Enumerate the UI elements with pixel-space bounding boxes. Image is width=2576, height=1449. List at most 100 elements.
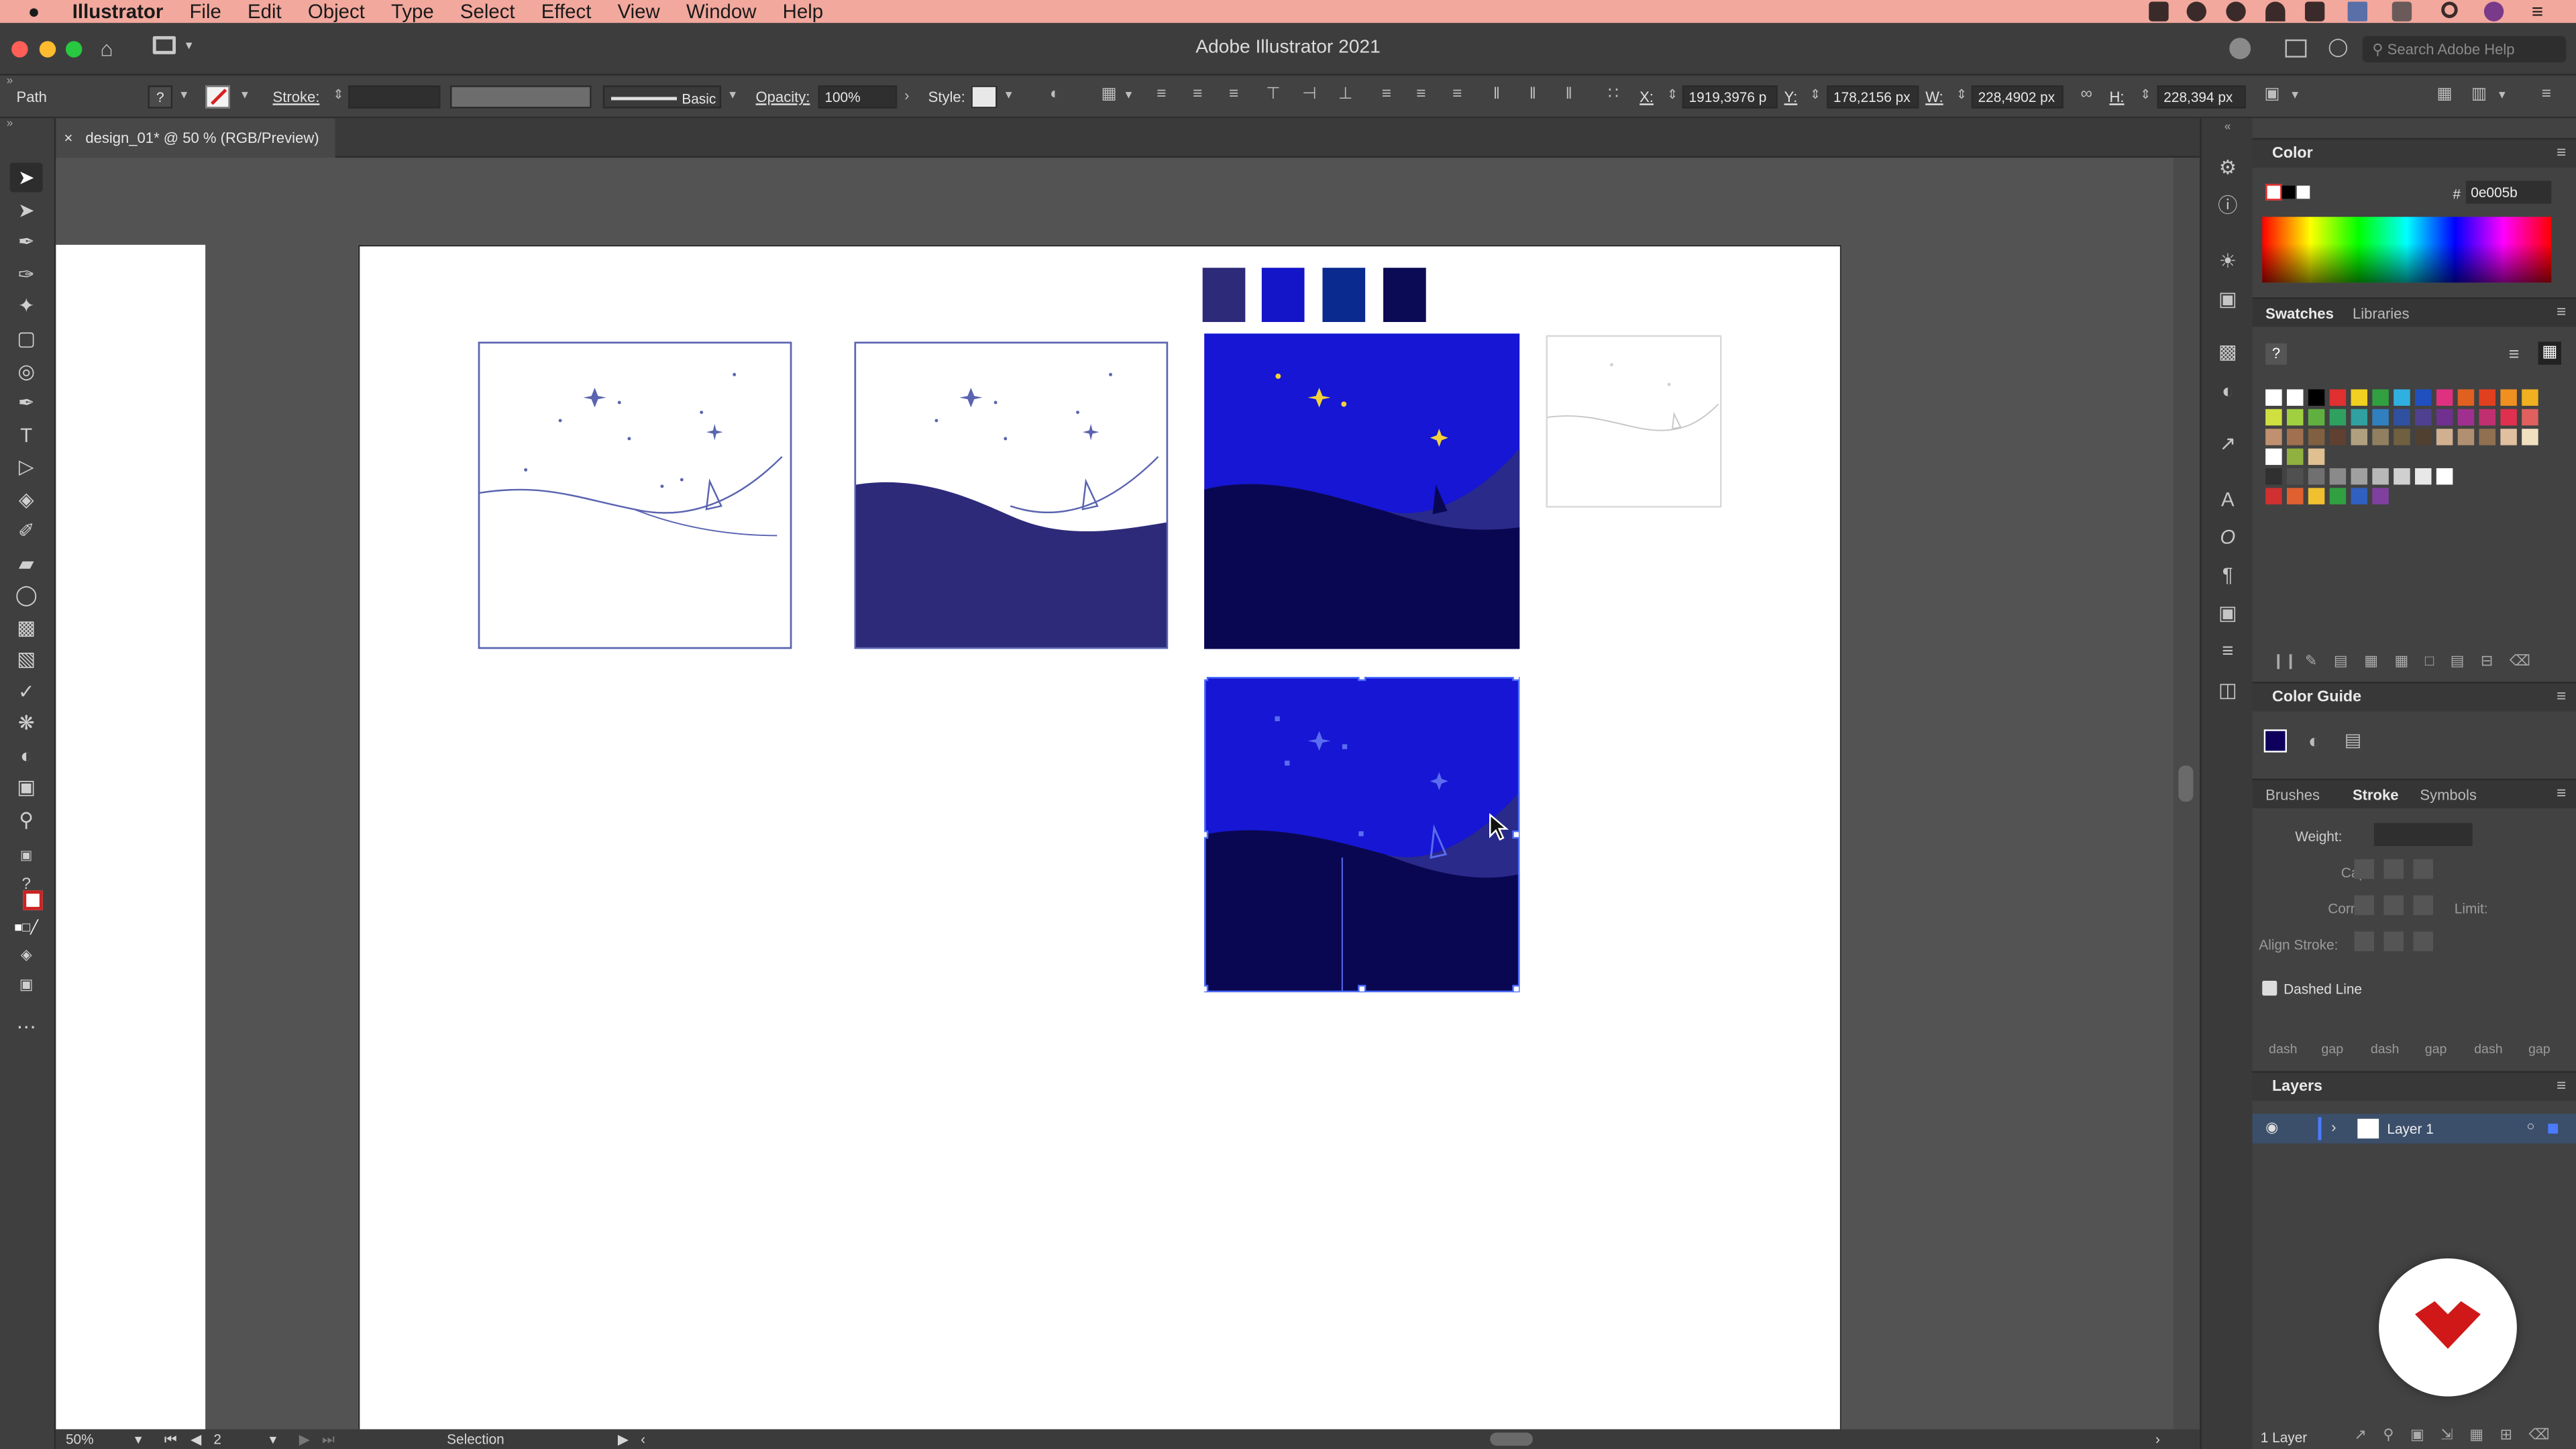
reference-thumbnail[interactable] bbox=[1546, 335, 1722, 508]
curvature-tool-icon[interactable]: ✑ bbox=[10, 260, 43, 289]
height-input[interactable]: 228,394 px bbox=[2157, 85, 2246, 109]
paintbrush-tool-icon[interactable]: ✒ bbox=[10, 388, 43, 417]
screen-icon[interactable] bbox=[2392, 1, 2412, 21]
variable-width-profile[interactable] bbox=[450, 85, 592, 109]
transform-panel-icon[interactable]: ▣ bbox=[2214, 286, 2241, 312]
black-swatch[interactable] bbox=[2282, 185, 2296, 199]
swatch[interactable] bbox=[2265, 448, 2282, 466]
last-artboard-icon[interactable]: ⏭ bbox=[322, 1431, 335, 1447]
swatch[interactable] bbox=[2286, 468, 2304, 485]
control-panel-menu-icon[interactable]: ≡ bbox=[2536, 85, 2556, 105]
isolate-icon[interactable]: ▥ bbox=[2469, 85, 2489, 105]
swatch[interactable] bbox=[2394, 429, 2410, 445]
fill-swatch[interactable]: ? bbox=[148, 85, 173, 109]
distribute-left-icon[interactable]: ‖ bbox=[1487, 85, 1506, 105]
distribute-top-icon[interactable]: ≡ bbox=[1377, 85, 1396, 105]
grid-view-icon[interactable]: ▦ bbox=[2538, 341, 2561, 365]
swatch[interactable] bbox=[2372, 389, 2389, 406]
align-horizontal-center-icon[interactable]: ≡ bbox=[1188, 85, 1208, 105]
menu-view[interactable]: View bbox=[618, 0, 660, 23]
color-guide-header[interactable]: Color Guide ≡ bbox=[2252, 682, 2576, 712]
image-trace-icon[interactable]: ↗ bbox=[2214, 431, 2241, 457]
swatch[interactable] bbox=[2265, 468, 2282, 485]
tab-stroke[interactable]: Stroke bbox=[2353, 780, 2399, 810]
swatch[interactable] bbox=[2329, 409, 2347, 426]
layers-footer-icons[interactable]: ↗⚲▣⇲▦⊞⌫ bbox=[2354, 1426, 2566, 1444]
swatch[interactable] bbox=[2372, 468, 2389, 485]
chevron-down-icon[interactable]: ▾ bbox=[235, 85, 254, 105]
menu-select[interactable]: Select bbox=[460, 0, 515, 23]
menu-object[interactable]: Object bbox=[308, 0, 365, 23]
swatch[interactable] bbox=[2286, 429, 2304, 445]
info-icon[interactable]: ⓘ bbox=[2214, 193, 2241, 219]
layer-target-icon[interactable]: ○ bbox=[2527, 1119, 2535, 1134]
corner-buttons[interactable] bbox=[2354, 895, 2433, 916]
shape-builder-icon[interactable]: ◐ bbox=[10, 741, 43, 770]
swatch[interactable] bbox=[2308, 389, 2325, 406]
color-mode-icons[interactable]: ■□╱ bbox=[10, 914, 43, 943]
chevron-down-icon[interactable]: ▾ bbox=[2286, 85, 2305, 105]
shaper-tool-icon[interactable]: ✐ bbox=[10, 516, 43, 545]
swatch[interactable] bbox=[2351, 389, 2367, 406]
swatch[interactable] bbox=[2522, 429, 2538, 445]
swatch[interactable] bbox=[2479, 429, 2496, 445]
sketch-artwork-2[interactable] bbox=[854, 341, 1169, 649]
flag-icon[interactable] bbox=[2347, 1, 2367, 21]
swatch-footer-icons[interactable]: ✎▤▦▦□▤⊟⌫ bbox=[2305, 652, 2547, 670]
layer-row[interactable]: ◉ › Layer 1 ○ bbox=[2252, 1114, 2576, 1144]
chevron-down-icon[interactable]: ▾ bbox=[999, 85, 1018, 105]
spiral-tool-icon[interactable]: ◎ bbox=[10, 356, 43, 386]
align-to-icon[interactable]: ▦ bbox=[1099, 85, 1118, 105]
swatch[interactable] bbox=[2479, 389, 2496, 406]
selected-artwork[interactable] bbox=[1204, 676, 1520, 993]
character-icon[interactable]: A bbox=[2214, 486, 2241, 513]
swatch[interactable] bbox=[2308, 488, 2325, 504]
dashed-line-checkbox[interactable] bbox=[2262, 981, 2277, 996]
swatch-library-menu-icon[interactable]: ❙❙ bbox=[2272, 652, 2297, 670]
properties-icon[interactable]: ⚙ bbox=[2214, 154, 2241, 180]
artboard-2[interactable] bbox=[358, 244, 1842, 1430]
chevron-right-icon[interactable]: ▶ bbox=[618, 1431, 629, 1447]
swatch[interactable] bbox=[2500, 429, 2517, 445]
swatch[interactable] bbox=[2265, 389, 2282, 406]
first-artboard-icon[interactable]: ⏮ bbox=[164, 1431, 177, 1447]
stepper-icon[interactable]: ⇕ bbox=[2136, 85, 2155, 105]
swatch-grid[interactable] bbox=[2265, 389, 2544, 504]
white-swatch[interactable] bbox=[2296, 185, 2310, 199]
swatch[interactable] bbox=[2286, 389, 2304, 406]
selection-tool-icon[interactable]: ➤ bbox=[9, 162, 43, 193]
swatch[interactable] bbox=[2457, 409, 2475, 426]
distribute-right-icon[interactable]: ‖ bbox=[1559, 85, 1578, 105]
swatch[interactable] bbox=[2415, 389, 2432, 406]
chevron-down-icon[interactable]: ▾ bbox=[270, 1431, 276, 1447]
swatch[interactable] bbox=[2351, 409, 2367, 426]
panel-menu-icon[interactable]: ≡ bbox=[2557, 780, 2566, 810]
panel-menu-icon[interactable]: ≡ bbox=[2557, 140, 2566, 169]
swatch-preview-icon[interactable]: ? bbox=[2265, 343, 2287, 365]
swatch[interactable] bbox=[2265, 429, 2282, 445]
transform-icon[interactable]: ▣ bbox=[2262, 85, 2282, 105]
chevron-right-icon[interactable]: › bbox=[2155, 1431, 2160, 1447]
tab-libraries[interactable]: Libraries bbox=[2353, 299, 2410, 329]
default-fill-stroke-icon[interactable]: ▣ bbox=[10, 841, 43, 871]
menu-effect[interactable]: Effect bbox=[541, 0, 592, 23]
pen-tool-icon[interactable]: ✒ bbox=[10, 227, 43, 256]
palette-swatch-3[interactable] bbox=[1322, 268, 1366, 323]
tab-swatches[interactable]: Swatches bbox=[2265, 299, 2334, 329]
menu-edit[interactable]: Edit bbox=[248, 0, 282, 23]
zoom-level[interactable]: 50% bbox=[66, 1431, 94, 1447]
swatch[interactable] bbox=[2436, 409, 2453, 426]
swatch[interactable] bbox=[2415, 468, 2432, 485]
swatch[interactable] bbox=[2436, 429, 2453, 445]
list-view-icon[interactable]: ≡ bbox=[2509, 345, 2520, 364]
canvas-area[interactable] bbox=[56, 158, 2174, 1430]
width-input[interactable]: 228,4902 px bbox=[1971, 85, 2063, 109]
mesh-tool-icon[interactable]: ▧ bbox=[10, 644, 43, 674]
fill-none-swatch[interactable] bbox=[2265, 184, 2282, 201]
distribute-bottom-icon[interactable]: ≡ bbox=[1448, 85, 1467, 105]
collapse-panels-icon[interactable]: « bbox=[2224, 121, 2231, 133]
creative-cloud-icon[interactable] bbox=[2186, 1, 2206, 21]
expand-layer-chevron-icon[interactable]: › bbox=[2331, 1119, 2336, 1135]
swatch[interactable] bbox=[2394, 409, 2410, 426]
palette-swatch-2[interactable] bbox=[1261, 268, 1305, 323]
